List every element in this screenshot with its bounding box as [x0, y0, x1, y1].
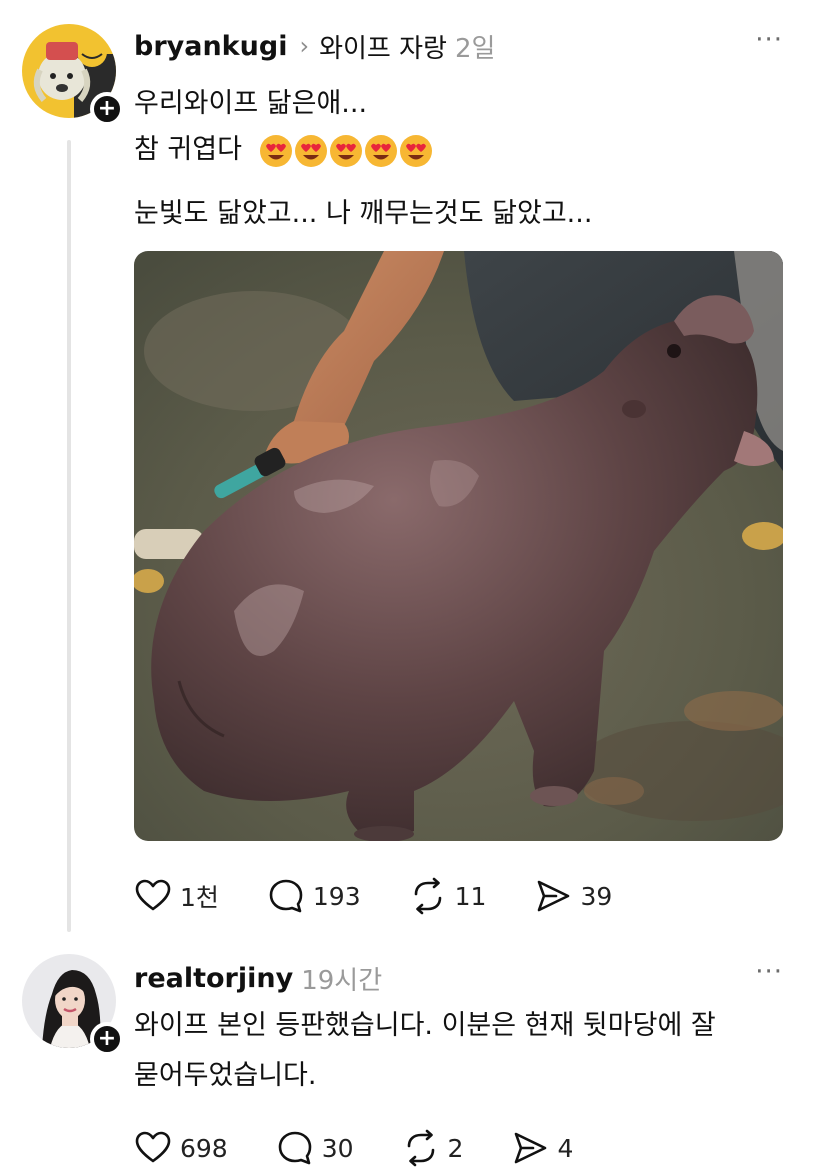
- share-button[interactable]: 39: [534, 877, 612, 915]
- action-bar: 1천 193 11 39: [134, 874, 660, 918]
- heart-eyes-emoji: [364, 134, 398, 168]
- heart-eyes-emoji: [294, 134, 328, 168]
- thread-reply: + realtorjiny 19시간 ··· 와이프 본인 등판했습니다. 이분…: [0, 940, 813, 1176]
- emoji-group: [259, 134, 434, 168]
- post-text: 참 귀엽다: [134, 134, 242, 165]
- like-count: 1천: [180, 883, 219, 912]
- comment-button[interactable]: 30: [276, 1129, 354, 1167]
- like-button[interactable]: 698: [134, 1129, 228, 1167]
- share-button[interactable]: 4: [511, 1129, 573, 1167]
- send-icon: [515, 1132, 547, 1164]
- username[interactable]: realtorjiny: [134, 963, 293, 994]
- repost-icon: [407, 1129, 434, 1167]
- heart-eyes-emoji: [329, 134, 363, 168]
- post-header: bryankugi › 와이프 자랑 2일: [134, 26, 495, 66]
- post-text-line: 눈빛도 닮았고... 나 깨무는것도 닮았고...: [134, 198, 593, 229]
- repost-icon: [414, 877, 441, 915]
- repost-button[interactable]: 2: [402, 1129, 464, 1167]
- action-bar: 698 30 2 4: [134, 1126, 621, 1170]
- share-count: 4: [557, 1133, 574, 1163]
- like-button[interactable]: 1천: [134, 877, 219, 915]
- comment-bubble-icon: [278, 1131, 312, 1165]
- thread-connector-line: [67, 140, 71, 932]
- post-text-line-with-emoji: 참 귀엽다: [134, 132, 434, 168]
- heart-icon: [135, 879, 171, 911]
- follow-plus-icon[interactable]: +: [90, 1022, 124, 1056]
- heart-icon: [135, 1131, 171, 1163]
- post-text-line: 우리와이프 닮은애...: [134, 88, 368, 119]
- send-icon: [538, 880, 570, 912]
- follow-plus-icon[interactable]: +: [90, 92, 124, 126]
- thread-post: + bryankugi › 와이프 자랑 2일 ··· 우리와이프 닮은애...…: [0, 0, 813, 940]
- topic-tag[interactable]: 와이프 자랑: [319, 28, 447, 65]
- post-text-line: 와이프 본인 등판했습니다. 이분은 현재 뒷마당에 잘: [134, 1010, 716, 1041]
- username[interactable]: bryankugi: [134, 31, 287, 62]
- avatar-container[interactable]: +: [22, 954, 124, 1056]
- post-header: realtorjiny 19시간: [134, 958, 382, 998]
- heart-eyes-emoji: [259, 134, 293, 168]
- share-count: 39: [580, 881, 613, 911]
- more-horizontal-icon[interactable]: ···: [755, 27, 783, 53]
- post-timestamp: 19시간: [301, 965, 383, 996]
- comment-bubble-icon: [269, 879, 303, 913]
- post-photo[interactable]: [134, 251, 783, 841]
- comment-button[interactable]: 193: [267, 877, 361, 915]
- like-count: 698: [180, 1133, 228, 1163]
- repost-count: 2: [447, 1133, 464, 1163]
- comment-count: 193: [312, 881, 361, 911]
- post-text-line: 묻어두었습니다.: [134, 1060, 317, 1091]
- more-horizontal-icon[interactable]: ···: [755, 959, 783, 985]
- comment-count: 30: [321, 1133, 354, 1163]
- chevron-right-icon: ›: [299, 32, 310, 60]
- repost-button[interactable]: 11: [409, 877, 487, 915]
- repost-count: 11: [454, 881, 487, 911]
- avatar-container[interactable]: +: [22, 24, 124, 126]
- post-timestamp: 2일: [454, 33, 496, 64]
- heart-eyes-emoji: [399, 134, 433, 168]
